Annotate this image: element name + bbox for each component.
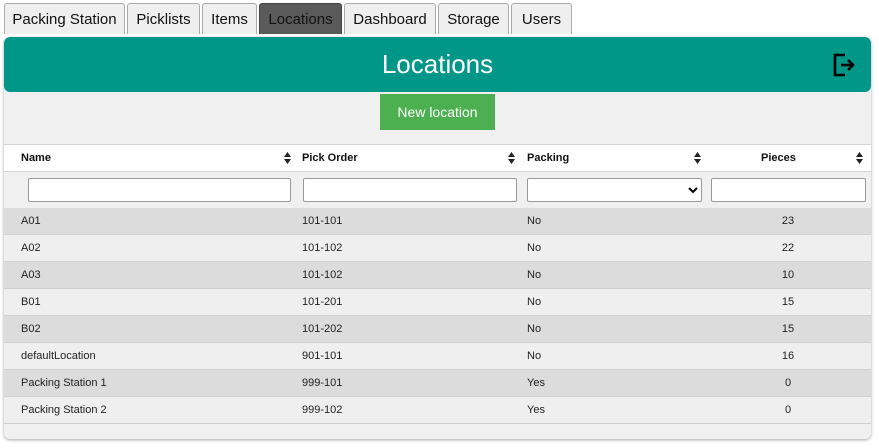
cell-pick-order: 901-101: [302, 350, 343, 362]
cell-name: A01: [21, 215, 41, 227]
column-header-name[interactable]: Name: [21, 145, 51, 171]
cell-pieces: 16: [781, 350, 795, 362]
cell-packing: No: [527, 269, 542, 281]
name-filter-input[interactable]: [28, 178, 291, 202]
cell-pieces: 15: [781, 296, 795, 308]
cell-name: B02: [21, 323, 41, 335]
column-header-pieces[interactable]: Pieces: [761, 145, 796, 171]
cell-packing: No: [527, 296, 542, 308]
cell-pieces: 23: [781, 215, 795, 227]
cell-name: defaultLocation: [21, 350, 96, 362]
tab-picklists[interactable]: Picklists: [127, 3, 200, 34]
pieces-filter-input[interactable]: [711, 178, 866, 202]
new-location-button[interactable]: New location: [380, 94, 495, 130]
cell-name: A03: [21, 269, 41, 281]
column-header-pick-order[interactable]: Pick Order: [302, 145, 358, 171]
cell-name: B01: [21, 296, 41, 308]
cell-packing: No: [527, 323, 542, 335]
table-row[interactable]: A02 101-102 No 22: [4, 235, 871, 262]
cell-pieces: 22: [781, 242, 795, 254]
cell-pieces: 15: [781, 323, 795, 335]
cell-pick-order: 101-101: [302, 215, 343, 227]
table-row[interactable]: B02 101-202 No 15: [4, 316, 871, 343]
cell-pick-order: 999-101: [302, 377, 343, 389]
cell-name: A02: [21, 242, 41, 254]
cell-packing: No: [527, 242, 542, 254]
cell-packing: No: [527, 350, 542, 362]
column-header-packing[interactable]: Packing: [527, 145, 569, 171]
table-header: Name Pick Order Packing Pieces: [4, 144, 871, 172]
page-header: Locations: [4, 37, 871, 92]
sort-icon[interactable]: [856, 152, 863, 164]
cell-pieces: 0: [784, 377, 792, 389]
table-row[interactable]: Packing Station 1 999-101 Yes 0: [4, 370, 871, 397]
logout-icon[interactable]: [831, 52, 857, 78]
table-row[interactable]: Packing Station 2 999-102 Yes 0: [4, 397, 871, 424]
table-row[interactable]: A03 101-102 No 10: [4, 262, 871, 289]
packing-filter-select[interactable]: [527, 178, 702, 202]
cell-pick-order: 101-201: [302, 296, 343, 308]
cell-packing: Yes: [527, 377, 545, 389]
cell-pieces: 10: [781, 269, 795, 281]
page-title: Locations: [381, 49, 494, 79]
tab-bar: Packing Station Picklists Items Location…: [4, 3, 574, 36]
sort-icon[interactable]: [508, 152, 515, 164]
cell-name: Packing Station 2: [21, 404, 107, 416]
cell-pick-order: 101-202: [302, 323, 343, 335]
tab-packing-station[interactable]: Packing Station: [4, 3, 125, 34]
cell-name: Packing Station 1: [21, 377, 107, 389]
sort-icon[interactable]: [284, 152, 291, 164]
tab-storage[interactable]: Storage: [438, 3, 509, 34]
locations-panel: Locations New location Name Pick Order P…: [4, 37, 871, 439]
tab-locations[interactable]: Locations: [259, 3, 342, 34]
tab-items[interactable]: Items: [202, 3, 257, 34]
table-row[interactable]: A01 101-101 No 23: [4, 208, 871, 235]
cell-packing: No: [527, 215, 542, 227]
cell-pick-order: 101-102: [302, 242, 343, 254]
cell-packing: Yes: [527, 404, 545, 416]
filter-row: [4, 172, 871, 208]
table-row[interactable]: defaultLocation 901-101 No 16: [4, 343, 871, 370]
cell-pieces: 0: [784, 404, 792, 416]
tab-dashboard[interactable]: Dashboard: [344, 3, 436, 34]
tab-users[interactable]: Users: [511, 3, 572, 34]
cell-pick-order: 101-102: [302, 269, 343, 281]
pick-order-filter-input[interactable]: [303, 178, 517, 202]
table-row[interactable]: B01 101-201 No 15: [4, 289, 871, 316]
cell-pick-order: 999-102: [302, 404, 343, 416]
sort-icon[interactable]: [694, 152, 701, 164]
